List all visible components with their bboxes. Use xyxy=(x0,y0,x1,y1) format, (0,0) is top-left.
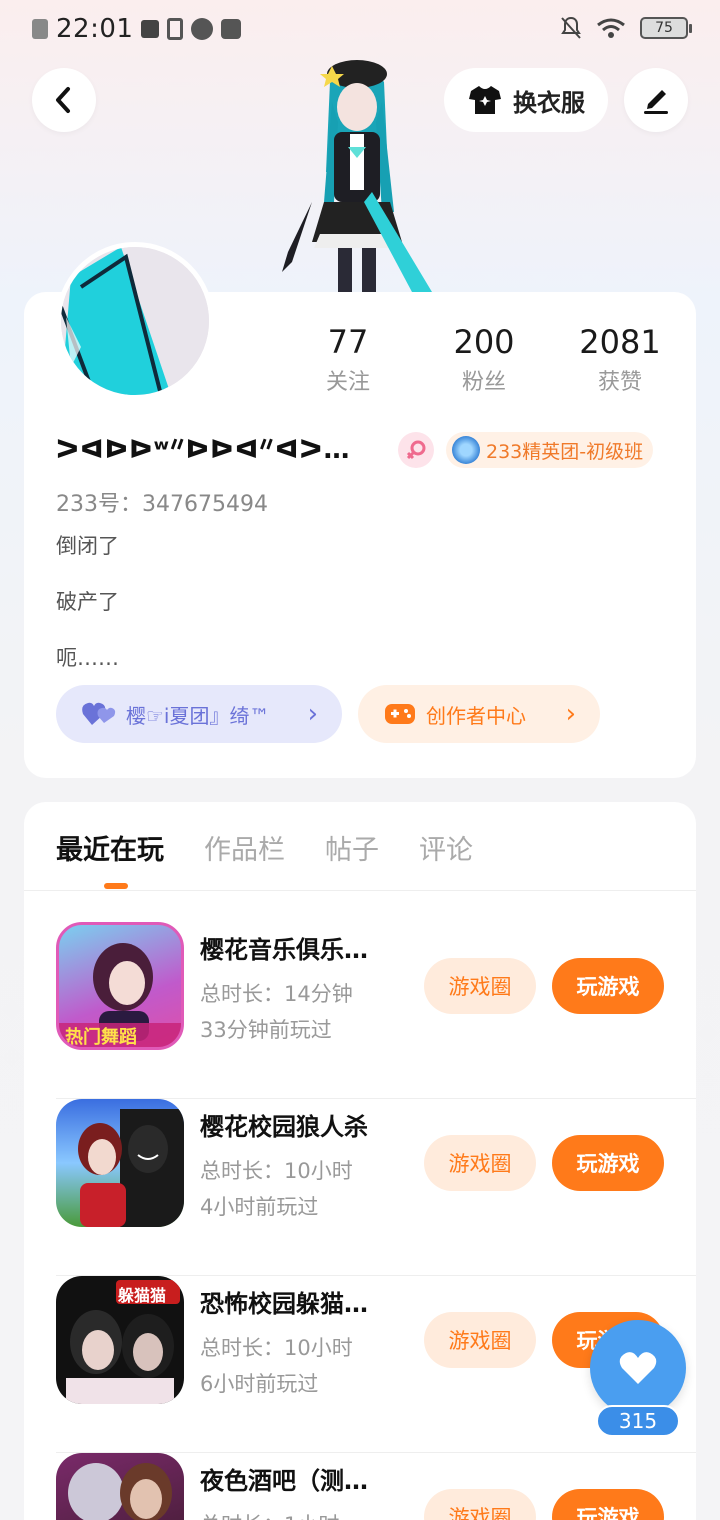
heart-icon xyxy=(619,1352,657,1384)
tab-works[interactable]: 作品栏 xyxy=(204,828,285,867)
wifi-icon xyxy=(597,18,625,38)
rank-label: 233精英团-初级班 xyxy=(486,440,644,463)
avatar[interactable] xyxy=(56,242,214,400)
mute-icon xyxy=(561,16,581,39)
tab-indicator xyxy=(104,883,128,889)
chevron-right-icon: › xyxy=(565,699,576,729)
back-button[interactable] xyxy=(32,68,96,132)
game-duration: 总时长：14分钟 xyxy=(200,982,353,1006)
like-button[interactable] xyxy=(590,1320,686,1416)
game-circle-button[interactable]: 游戏圈 xyxy=(424,1312,536,1368)
game-row[interactable]: 热门舞蹈 樱花音乐俱乐… 总时长：14分钟 33分钟前玩过 游戏圈 玩游戏 xyxy=(56,922,696,1099)
profile-stats: 77 关注 200 粉丝 2081 获赞 xyxy=(280,322,688,396)
stat-likes[interactable]: 2081 获赞 xyxy=(552,322,688,396)
stat-label: 粉丝 xyxy=(461,370,506,395)
stat-value: 2081 xyxy=(579,323,661,361)
status-bar: 22:01 75 xyxy=(0,0,720,56)
profile-tabs: 最近在玩 作品栏 帖子 评论 xyxy=(56,828,473,867)
app-notification-icon xyxy=(191,18,214,40)
game-icon-caption: 躲猫猫 xyxy=(118,1286,167,1305)
tab-comments[interactable]: 评论 xyxy=(419,828,473,867)
game-icon-caption: 热门舞蹈 xyxy=(65,1027,137,1048)
game-last-played: 33分钟前玩过 xyxy=(200,1018,332,1042)
game-last-played: 6小时前玩过 xyxy=(200,1372,319,1396)
tshirt-icon xyxy=(469,86,501,114)
phone-icon xyxy=(167,18,184,40)
play-game-button[interactable]: 玩游戏 xyxy=(552,1489,664,1520)
game-name: 恐怖校园躲猫… xyxy=(200,1290,368,1318)
game-icon: 躲猫猫 xyxy=(56,1276,184,1404)
play-game-button[interactable]: 玩游戏 xyxy=(552,1135,664,1191)
bio-line: 呃…… xyxy=(56,646,119,670)
chevron-right-icon: › xyxy=(307,699,318,729)
game-icon: 热门舞蹈 xyxy=(56,922,184,1050)
game-icon xyxy=(56,1453,184,1520)
chevron-left-icon xyxy=(56,87,70,113)
app-notification-icon xyxy=(141,20,160,38)
game-row[interactable]: 夜色酒吧（测… 总时长：1小时 游戏圈 玩游戏 xyxy=(56,1453,696,1520)
game-name: 樱花校园狼人杀 xyxy=(200,1113,368,1141)
nickname: ᐳᐊᐅᐅʷᐥᐅᐅᐊᐥᐊᐳ… xyxy=(56,435,351,465)
play-game-button[interactable]: 玩游戏 xyxy=(552,958,664,1014)
game-duration: 总时长：10小时 xyxy=(200,1336,353,1360)
change-outfit-label: 换衣服 xyxy=(513,88,585,117)
user-id[interactable]: 233号：347675494 xyxy=(56,486,268,518)
stat-following[interactable]: 77 关注 xyxy=(280,322,416,396)
game-circle-button[interactable]: 游戏圈 xyxy=(424,1135,536,1191)
game-name: 樱花音乐俱乐… xyxy=(200,936,368,964)
stat-followers[interactable]: 200 粉丝 xyxy=(416,322,552,396)
stat-value: 200 xyxy=(453,323,515,361)
heart-group-icon xyxy=(82,702,116,725)
gamepad-icon xyxy=(385,704,415,724)
tab-posts[interactable]: 帖子 xyxy=(325,828,379,867)
game-circle-button[interactable]: 游戏圈 xyxy=(424,958,536,1014)
play-icon xyxy=(221,19,242,39)
game-name: 夜色酒吧（测… xyxy=(200,1467,368,1495)
creator-center-label: 创作者中心 xyxy=(426,703,526,728)
game-duration: 总时长：10小时 xyxy=(200,1159,353,1183)
game-row[interactable]: 樱花校园狼人杀 总时长：10小时 4小时前玩过 游戏圈 玩游戏 xyxy=(56,1099,696,1276)
stat-label: 获赞 xyxy=(597,370,642,395)
rank-badge[interactable]: 233精英团-初级班 xyxy=(446,432,654,468)
tab-recently-played[interactable]: 最近在玩 xyxy=(56,828,164,867)
game-last-played: 4小时前玩过 xyxy=(200,1195,319,1219)
game-circle-button[interactable]: 游戏圈 xyxy=(424,1489,536,1520)
change-outfit-button[interactable]: 换衣服 xyxy=(444,68,608,132)
edit-profile-button[interactable] xyxy=(624,68,688,132)
bio-line: 倒闭了 xyxy=(56,534,119,558)
group-name: 樱☞i夏团』绮™ xyxy=(126,703,270,728)
avatar-3d-figure[interactable] xyxy=(272,52,442,294)
game-icon xyxy=(56,1099,184,1227)
creator-center-button[interactable]: 创作者中心 › xyxy=(358,685,600,743)
rank-medal-icon xyxy=(452,436,480,464)
stat-label: 关注 xyxy=(325,370,370,395)
status-time: 22:01 xyxy=(56,14,134,44)
battery-icon: 75 xyxy=(640,17,692,39)
bio-line: 破产了 xyxy=(56,590,119,614)
game-duration: 总时长：1小时 xyxy=(200,1509,339,1520)
notification-icon xyxy=(32,19,48,39)
divider xyxy=(24,890,696,891)
pen-icon xyxy=(644,90,668,114)
like-count: 315 xyxy=(596,1405,680,1437)
nickname-row: ᐳᐊᐅᐅʷᐥᐅᐅᐊᐥᐊᐳ… 233精英团-初级班 xyxy=(56,430,654,470)
female-gender-icon xyxy=(398,432,434,468)
stat-value: 77 xyxy=(327,323,369,361)
group-pill-button[interactable]: 樱☞i夏团』绮™ › xyxy=(56,685,342,743)
